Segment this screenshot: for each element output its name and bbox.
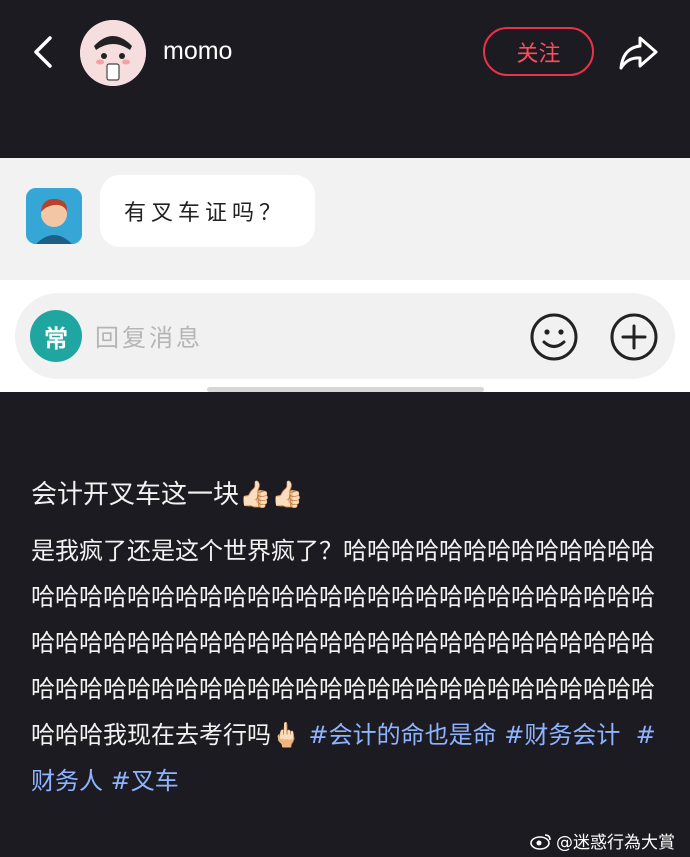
username[interactable]: momo <box>163 37 232 66</box>
hashtag-link[interactable]: #财务会计 <box>504 721 620 749</box>
share-arrow-icon <box>619 36 658 70</box>
hashtag-link[interactable]: #叉车 <box>111 767 179 795</box>
watermark-text: @迷惑行為大賞 <box>556 833 675 853</box>
share-button[interactable] <box>616 30 660 74</box>
chevron-left-icon <box>34 36 52 68</box>
chat-message-bubble: 有叉车证吗？ <box>100 175 315 247</box>
sender-avatar[interactable] <box>26 188 82 244</box>
quick-reply-badge[interactable]: 常 <box>30 310 82 362</box>
add-button[interactable] <box>608 311 660 363</box>
weibo-logo-icon <box>530 833 551 850</box>
smiley-icon <box>530 313 578 361</box>
reply-panel: 常 回复消息 <box>0 280 690 392</box>
post-text: 是我疯了还是这个世界疯了？哈哈哈哈哈哈哈哈哈哈哈哈哈哈哈哈哈哈哈哈哈哈哈哈哈哈哈… <box>31 537 655 749</box>
post-body: 是我疯了还是这个世界疯了？哈哈哈哈哈哈哈哈哈哈哈哈哈哈哈哈哈哈哈哈哈哈哈哈哈哈哈… <box>31 528 656 804</box>
chat-area: 有叉车证吗？ <box>0 158 690 280</box>
top-bar: momo 关注 <box>0 0 690 158</box>
scroll-handle[interactable] <box>207 387 484 392</box>
emoji-button[interactable] <box>528 311 580 363</box>
watermark: @迷惑行為大賞 <box>530 828 675 853</box>
person-avatar-icon <box>26 188 82 244</box>
reply-input[interactable]: 回复消息 <box>95 318 203 353</box>
back-button[interactable] <box>28 30 62 74</box>
post-title: 会计开叉车这一块👍🏻👍🏻 <box>31 480 304 510</box>
user-avatar[interactable] <box>80 20 146 86</box>
plus-circle-icon <box>610 313 658 361</box>
hashtag-link[interactable]: #会计的命也是命 <box>309 721 497 749</box>
reply-bar: 常 回复消息 <box>15 293 675 379</box>
follow-button[interactable]: 关注 <box>483 27 594 76</box>
cartoon-avatar-icon <box>80 20 146 86</box>
